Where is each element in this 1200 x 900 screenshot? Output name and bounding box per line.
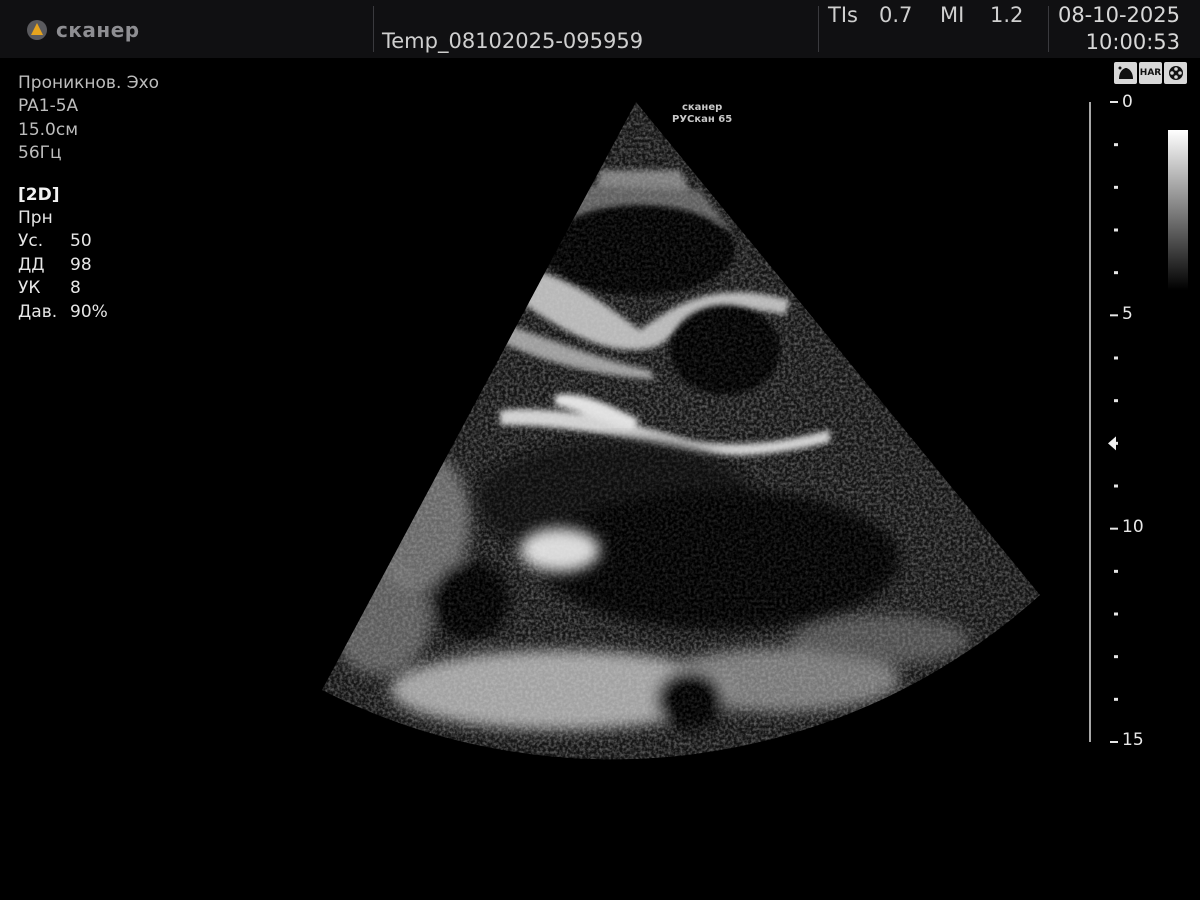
probe-marker: сканер РУСкан 65: [672, 102, 732, 126]
sector-content: [322, 102, 1040, 760]
patient-id[interactable]: Temp_08102025-095959: [382, 29, 643, 53]
preset-name: Проникнов. Эхо: [18, 73, 160, 93]
mode-label: [2D]: [18, 184, 60, 205]
param-key: ДД: [18, 254, 45, 275]
har-icon[interactable]: HAR: [1139, 62, 1162, 84]
param-row: Дав. 90%: [18, 301, 159, 324]
header-bar: сканер Temp_08102025-095959 TIs 0.7 MI 1…: [0, 0, 1200, 58]
tis-label: TIs: [828, 3, 858, 27]
header-divider: [818, 6, 819, 52]
param-value: 98: [70, 254, 92, 275]
param-value: 90%: [70, 301, 108, 322]
depth-label: 0: [1122, 92, 1133, 112]
time: 10:00:53: [1085, 30, 1180, 54]
depth-scale-ticks: [1089, 101, 1118, 743]
logo-icon: [27, 20, 47, 40]
mi-label: MI: [940, 3, 965, 27]
param-key: УК: [18, 278, 41, 299]
ultrasound-screen: сканер РУСкан 65 сканер Temp_08102025-09…: [0, 0, 1200, 900]
param-row: Ус. 50: [18, 230, 159, 253]
logo-text: сканер: [56, 18, 140, 42]
depth-label: 5: [1122, 304, 1133, 324]
focus-marker-icon[interactable]: [1108, 436, 1116, 451]
param-key: Ус.: [18, 231, 44, 252]
probe-name: PA1-5A: [18, 96, 79, 117]
header-divider: [1048, 6, 1049, 52]
param-key: Дав.: [18, 301, 58, 322]
probe-icon[interactable]: [1114, 62, 1137, 84]
film-reel-icon[interactable]: [1164, 62, 1187, 84]
tis-value: 0.7: [879, 3, 913, 27]
depth-scale: 0 5 10 15: [1080, 90, 1160, 750]
depth-label: 10: [1122, 517, 1144, 537]
param-row: УК 8: [18, 277, 159, 300]
echo-sector-image: [322, 102, 1040, 760]
param-value: 8: [70, 278, 81, 299]
depth-label: 15: [1122, 730, 1144, 750]
depth-value: 15.0см: [18, 119, 79, 140]
frame-rate: 56Гц: [18, 143, 62, 164]
param-row: ДД 98: [18, 254, 159, 277]
har-label: HAR: [1139, 68, 1162, 78]
line-label: Прн: [18, 208, 53, 229]
grayscale-bar: [1168, 130, 1188, 290]
param-value: 50: [70, 231, 92, 252]
header-divider: [373, 6, 374, 52]
mi-value: 1.2: [990, 3, 1024, 27]
date: 08-10-2025: [1057, 3, 1180, 27]
logo: сканер: [26, 16, 140, 44]
probe-marker-brand: сканер: [681, 102, 723, 113]
imaging-parameters: Проникнов. Эхо PA1-5A 15.0см 56Гц [2D] П…: [18, 72, 159, 324]
status-icons: HAR: [1114, 62, 1187, 84]
probe-marker-model: РУСкан 65: [672, 114, 733, 125]
